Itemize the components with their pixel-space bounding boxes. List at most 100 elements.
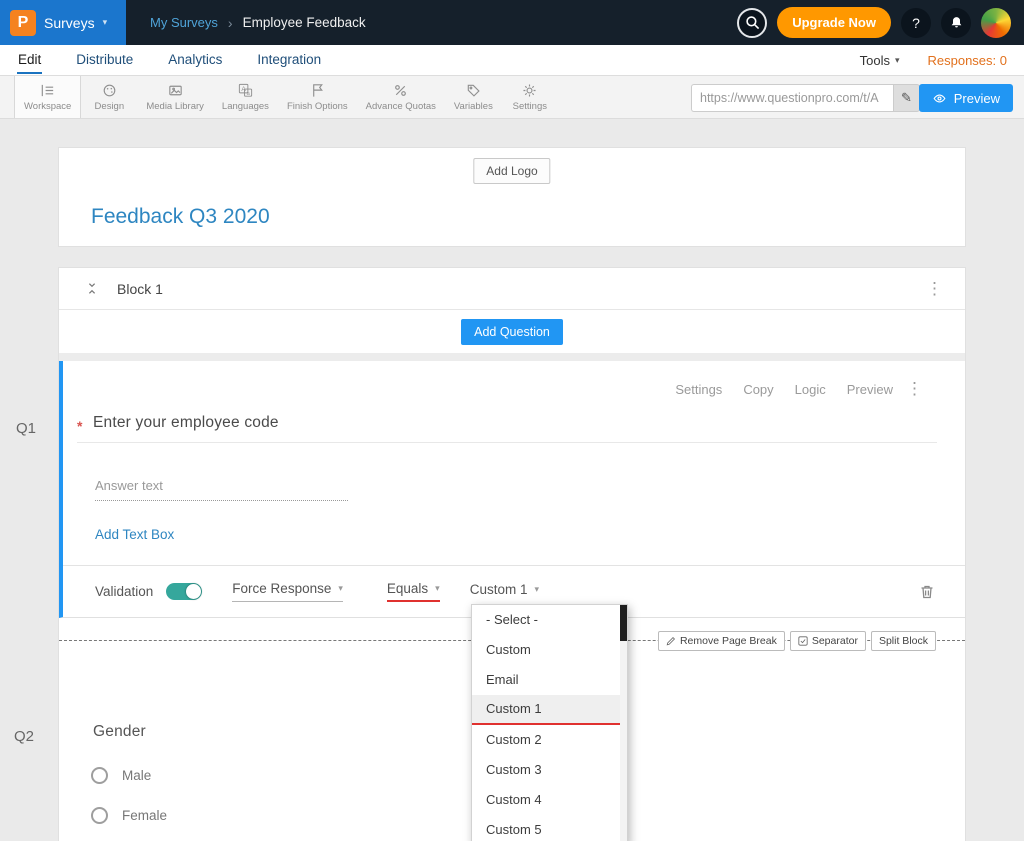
question-mark-icon: ? (912, 15, 920, 31)
menu-option-custom-2[interactable]: Custom 2 (472, 725, 627, 755)
question-menu-kebab-icon[interactable] (906, 380, 923, 397)
equals-value: Equals (387, 581, 428, 596)
product-switcher[interactable]: P Surveys (0, 0, 126, 45)
section-tabs: Edit Distribute Analytics Integration To… (0, 45, 1024, 76)
add-logo-button[interactable]: Add Logo (473, 158, 550, 184)
validation-type-menu: - Select - Custom Email Custom 1 Custom … (471, 604, 628, 841)
toolbar-label: Settings (513, 101, 547, 112)
radio-option-female[interactable]: Female (91, 807, 167, 824)
remove-page-break-button[interactable]: Remove Page Break (658, 631, 785, 651)
svg-text:A: A (241, 86, 246, 93)
question-text-q2[interactable]: Gender (93, 723, 146, 741)
block-divider (59, 353, 965, 361)
menu-option-custom-5[interactable]: Custom 5 (472, 815, 627, 841)
languages-icon: Aa (237, 82, 254, 99)
tools-menu[interactable]: Tools (860, 53, 900, 68)
toolbar-item-settings[interactable]: Settings (502, 76, 558, 118)
block-menu-kebab-icon[interactable] (926, 280, 943, 297)
design-icon (101, 82, 118, 99)
question-number-q1: Q1 (16, 420, 36, 437)
menu-option-custom-4[interactable]: Custom 4 (472, 785, 627, 815)
menu-scrollbar-thumb[interactable] (620, 605, 627, 641)
breadcrumb-my-surveys[interactable]: My Surveys (150, 15, 218, 30)
question-panel-q1: Settings Copy Logic Preview * Enter your… (59, 361, 965, 618)
validation-label: Validation (95, 584, 153, 599)
workspace-icon (39, 82, 56, 99)
split-block-button[interactable]: Split Block (871, 631, 936, 651)
collapse-block-icon[interactable] (85, 281, 99, 296)
user-avatar[interactable] (981, 8, 1011, 38)
radio-button-icon (91, 767, 108, 784)
delete-question-button[interactable] (919, 584, 935, 600)
search-button[interactable] (737, 8, 767, 38)
question-copy-link[interactable]: Copy (743, 382, 773, 397)
toolbar-item-workspace[interactable]: Workspace (14, 76, 81, 118)
radio-option-male[interactable]: Male (91, 767, 151, 784)
toolbar-item-media-library[interactable]: Media Library (137, 76, 213, 118)
menu-option-custom-3[interactable]: Custom 3 (472, 755, 627, 785)
notifications-button[interactable] (941, 8, 971, 38)
image-icon (167, 82, 184, 99)
separator-button[interactable]: Separator (790, 631, 866, 651)
edit-url-pencil-icon[interactable] (893, 84, 920, 112)
top-bar: P Surveys My Surveys Employee Feedback U… (0, 0, 1024, 45)
question-actions: Settings Copy Logic Preview (675, 382, 893, 397)
validation-type-dropdown[interactable]: Custom 1 (470, 582, 539, 601)
tools-label: Tools (860, 53, 890, 68)
eye-icon (932, 93, 947, 104)
breadcrumb: My Surveys Employee Feedback (150, 15, 366, 31)
upgrade-now-button[interactable]: Upgrade Now (777, 7, 891, 38)
toolbar-label: Variables (454, 101, 493, 112)
toolbar-label: Languages (222, 101, 269, 112)
toolbar-label: Media Library (146, 101, 204, 112)
remove-page-break-label: Remove Page Break (680, 635, 777, 647)
editor-toolbar: Workspace Design Media Library Aa Langua… (0, 76, 1024, 119)
menu-option-custom[interactable]: Custom (472, 635, 627, 665)
menu-option-select[interactable]: - Select - (472, 605, 627, 635)
add-text-box-link[interactable]: Add Text Box (95, 527, 174, 542)
menu-option-custom-1[interactable]: Custom 1 (472, 695, 627, 725)
question-text-q1[interactable]: Enter your employee code (93, 414, 279, 432)
toolbar-item-design[interactable]: Design (81, 76, 137, 118)
force-response-dropdown[interactable]: Force Response (232, 581, 343, 602)
toolbar-item-languages[interactable]: Aa Languages (213, 76, 278, 118)
validation-type-value: Custom 1 (470, 582, 528, 597)
radio-label: Female (122, 808, 167, 823)
block-title[interactable]: Block 1 (117, 281, 163, 297)
toolbar-item-finish-options[interactable]: Finish Options (278, 76, 357, 118)
question-preview-link[interactable]: Preview (847, 382, 893, 397)
answer-text-field[interactable]: Answer text (95, 478, 348, 501)
preview-button[interactable]: Preview (919, 84, 1013, 112)
responses-count[interactable]: Responses: 0 (928, 53, 1008, 68)
toggle-knob (186, 584, 201, 599)
tab-analytics[interactable]: Analytics (167, 46, 223, 74)
tab-integration[interactable]: Integration (256, 46, 322, 74)
tab-edit[interactable]: Edit (17, 46, 42, 74)
toolbar-label: Advance Quotas (366, 101, 436, 112)
menu-option-email[interactable]: Email (472, 665, 627, 695)
chevron-down-icon (103, 17, 108, 28)
tab-distribute[interactable]: Distribute (75, 46, 134, 74)
equals-dropdown[interactable]: Equals (387, 581, 440, 602)
toolbar-label: Finish Options (287, 101, 348, 112)
toolbar-item-advance-quotas[interactable]: Advance Quotas (357, 76, 445, 118)
page-break-buttons: Remove Page Break Separator Split Block (658, 631, 936, 651)
pencil-icon (666, 636, 676, 646)
gear-icon (521, 82, 538, 99)
separator-label: Separator (812, 635, 858, 647)
toolbar-label: Workspace (24, 101, 71, 112)
help-button[interactable]: ? (901, 8, 931, 38)
menu-scrollbar[interactable] (620, 605, 627, 841)
question-settings-link[interactable]: Settings (675, 382, 722, 397)
survey-url-input[interactable] (691, 84, 893, 112)
flag-icon (309, 82, 326, 99)
survey-title[interactable]: Feedback Q3 2020 (91, 205, 270, 229)
question-logic-link[interactable]: Logic (795, 382, 826, 397)
toolbar-item-variables[interactable]: Variables (445, 76, 502, 118)
search-icon (745, 15, 760, 30)
add-question-button[interactable]: Add Question (461, 319, 563, 345)
required-asterisk: * (77, 418, 82, 434)
toolbar-label: Design (95, 101, 125, 112)
tabbar-right: Tools Responses: 0 (860, 53, 1007, 68)
validation-toggle[interactable] (166, 583, 202, 600)
